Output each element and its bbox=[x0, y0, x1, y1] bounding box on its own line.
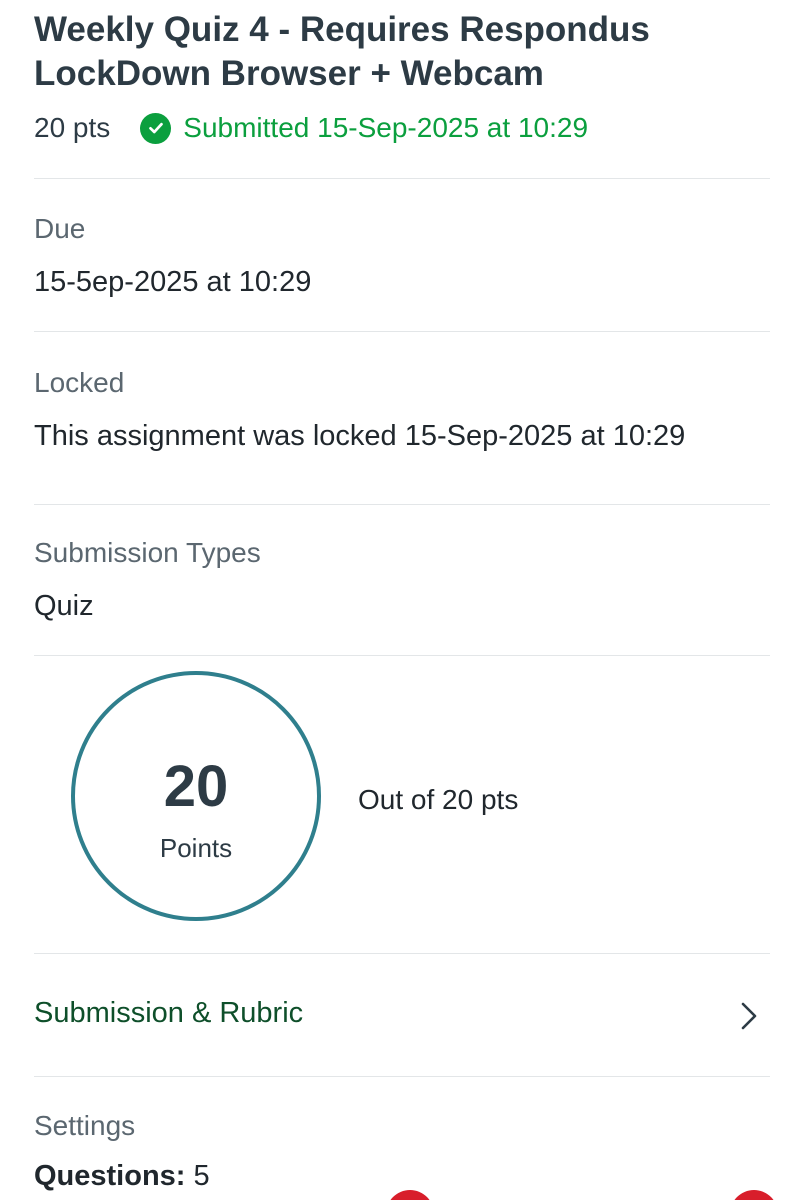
grade-circle: 20 Points bbox=[71, 671, 321, 921]
questions-label: Questions: bbox=[34, 1160, 186, 1192]
grade-unit: Points bbox=[159, 833, 233, 863]
section-divider bbox=[34, 655, 770, 656]
settings-label: Settings bbox=[34, 1110, 136, 1141]
section-divider bbox=[34, 953, 770, 954]
submission-rubric-label: Submission & Rubric bbox=[34, 997, 304, 1029]
section-divider bbox=[34, 331, 770, 332]
grade-out-of: Out of 20 pts bbox=[358, 784, 519, 815]
notification-badge[interactable] bbox=[386, 1190, 434, 1200]
locked-label: Locked bbox=[34, 367, 125, 398]
submitted-check-icon bbox=[140, 112, 172, 144]
questions-value: 5 bbox=[193, 1160, 210, 1192]
questions-setting: Questions: 5 bbox=[34, 1160, 210, 1193]
assignment-details-screen: Weekly Quiz 4 - Requires Respondus LockD… bbox=[0, 0, 800, 1200]
submission-status: Submitted 15-Sep-2025 at 10:29 bbox=[183, 112, 589, 143]
due-value: 15-5ep-2025 at 10:29 bbox=[34, 266, 312, 298]
assignment-points: 20 pts bbox=[34, 112, 111, 143]
locked-value: This assignment was locked 15-Sep-2025 a… bbox=[34, 420, 686, 452]
section-divider bbox=[34, 504, 770, 505]
section-divider bbox=[34, 1076, 770, 1077]
assignment-title: Weekly Quiz 4 - Requires Respondus LockD… bbox=[34, 10, 650, 93]
submission-types-label: Submission Types bbox=[34, 537, 261, 568]
due-label: Due bbox=[34, 213, 86, 244]
notification-badge[interactable] bbox=[730, 1190, 778, 1200]
assignment-meta-row: 20 pts Submitted 15-Sep-2025 at 10:29 bbox=[34, 108, 588, 148]
submission-types-value: Quiz bbox=[34, 590, 94, 622]
section-divider bbox=[34, 178, 770, 179]
grade-score: 20 bbox=[163, 754, 229, 819]
submission-rubric-row[interactable]: Submission & Rubric bbox=[0, 985, 800, 1049]
chevron-right-icon bbox=[741, 1002, 757, 1030]
